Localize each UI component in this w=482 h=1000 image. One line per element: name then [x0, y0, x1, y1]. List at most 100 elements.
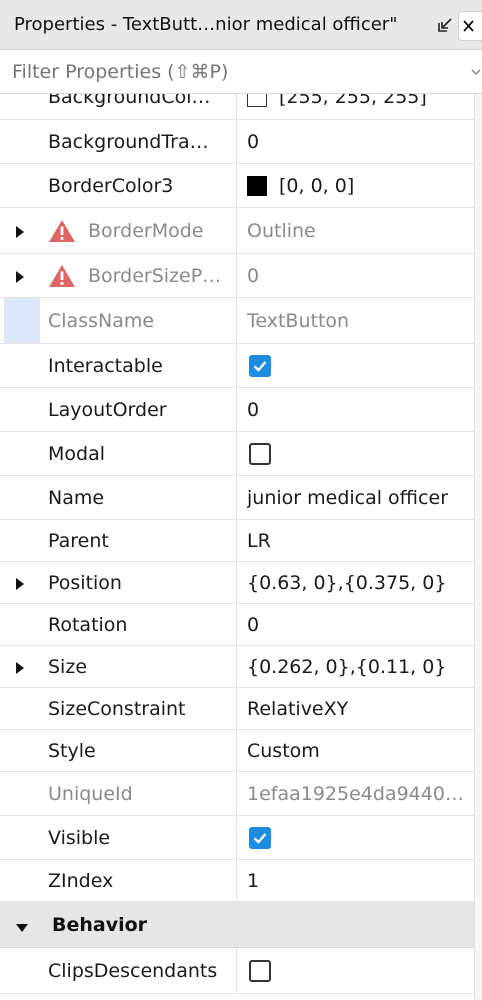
property-row-border-color3[interactable]: BorderColor3 [0, 0, 0]: [0, 164, 474, 208]
property-row-rotation[interactable]: Rotation 0: [0, 604, 474, 646]
property-value-cell[interactable]: {0.63, 0},{0.375, 0}: [237, 562, 474, 603]
property-name-cell: LayoutOrder: [0, 388, 237, 431]
checkmark-icon: [253, 360, 267, 372]
property-row-name[interactable]: Name junior medical officer: [0, 476, 474, 520]
undock-icon[interactable]: [436, 16, 454, 34]
property-value-cell[interactable]: 0: [237, 388, 474, 431]
property-row-size[interactable]: Size {0.262, 0},{0.11, 0}: [0, 646, 474, 688]
property-row-position[interactable]: Position {0.63, 0},{0.375, 0}: [0, 562, 474, 604]
expand-arrow-icon[interactable]: [14, 224, 26, 238]
property-row-class-name[interactable]: ClassName TextButton: [0, 298, 474, 344]
property-value-cell[interactable]: {0.262, 0},{0.11, 0}: [237, 646, 474, 687]
property-value-cell[interactable]: LR: [237, 520, 474, 561]
property-name-cell: BackgroundTra…: [0, 120, 237, 163]
chevron-down-icon[interactable]: [470, 62, 482, 82]
color-swatch[interactable]: [247, 94, 267, 107]
property-value-cell[interactable]: [237, 432, 474, 475]
property-value-cell[interactable]: Outline: [237, 208, 474, 253]
filter-bar: [0, 50, 482, 94]
section-header-behavior[interactable]: Behavior: [0, 902, 474, 948]
warning-icon: [48, 264, 76, 288]
scrollbar[interactable]: [474, 94, 482, 1000]
window-title: Properties - TextButt…nior medical offic…: [14, 14, 398, 35]
close-button[interactable]: [458, 11, 482, 41]
collapse-arrow-icon[interactable]: [15, 919, 29, 932]
expand-arrow-icon[interactable]: [14, 269, 26, 283]
property-value: {0.63, 0},{0.375, 0}: [247, 571, 447, 594]
property-value: 1: [247, 869, 260, 892]
property-value-cell[interactable]: [255, 255, 255]: [237, 94, 474, 119]
property-name: Modal: [48, 442, 105, 465]
property-value: [255, 255, 255]: [279, 94, 427, 108]
property-value-cell[interactable]: [237, 948, 474, 993]
property-row-modal[interactable]: Modal: [0, 432, 474, 476]
property-row-interactable[interactable]: Interactable: [0, 344, 474, 388]
property-name-cell: ClassName: [0, 298, 237, 343]
close-icon: [463, 20, 474, 32]
property-value: Custom: [247, 739, 320, 762]
property-value: {0.262, 0},{0.11, 0}: [247, 655, 447, 678]
property-name: BorderMode: [88, 219, 204, 242]
property-row-z-index[interactable]: ZIndex 1: [0, 860, 474, 902]
property-name: Interactable: [48, 354, 163, 377]
expand-arrow-icon[interactable]: [14, 576, 26, 590]
property-value-cell[interactable]: [237, 344, 474, 387]
property-value-cell[interactable]: [0, 0, 0]: [237, 164, 474, 207]
property-name: BackgroundTra…: [48, 130, 209, 153]
property-value-cell[interactable]: 1: [237, 860, 474, 901]
property-name-cell: UniqueId: [0, 772, 237, 815]
property-row-unique-id[interactable]: UniqueId 1efaa1925e4da9440…: [0, 772, 474, 816]
visible-checkbox[interactable]: [249, 826, 271, 849]
property-value: 0: [247, 398, 260, 421]
warning-icon: [48, 219, 76, 243]
property-row-border-mode[interactable]: BorderMode Outline: [0, 208, 474, 254]
property-name-cell: BorderSizeP…: [0, 254, 237, 297]
interactable-checkbox[interactable]: [249, 354, 271, 377]
property-name-cell: Size: [0, 646, 237, 687]
property-name-cell: Position: [0, 562, 237, 603]
property-name-cell: SizeConstraint: [0, 688, 237, 729]
property-name-cell: Name: [0, 476, 237, 519]
property-value-cell[interactable]: RelativeXY: [237, 688, 474, 729]
property-value-cell[interactable]: [237, 816, 474, 859]
property-value: LR: [247, 529, 271, 552]
title-bar: Properties - TextButt…nior medical offic…: [0, 0, 482, 50]
property-value-cell[interactable]: Custom: [237, 730, 474, 771]
property-name-cell: Rotation: [0, 604, 237, 645]
property-name-cell: Visible: [0, 816, 237, 859]
property-row-clips-descendants[interactable]: ClipsDescendants: [0, 948, 474, 994]
property-row-border-size-pixel[interactable]: BorderSizeP… 0: [0, 254, 474, 298]
property-name-cell: BackgroundCol…: [0, 94, 237, 119]
property-name: Size: [48, 655, 88, 678]
property-row-layout-order[interactable]: LayoutOrder 0: [0, 388, 474, 432]
property-value: 0: [247, 130, 260, 153]
property-row-style[interactable]: Style Custom: [0, 730, 474, 772]
property-value-cell[interactable]: 0: [237, 254, 474, 297]
property-value: 0: [247, 613, 260, 636]
color-swatch[interactable]: [247, 175, 267, 196]
property-name: ClassName: [48, 309, 155, 332]
property-row-background-transparency[interactable]: BackgroundTra… 0: [0, 120, 474, 164]
filter-properties-input[interactable]: [0, 50, 470, 93]
property-value-cell[interactable]: 0: [237, 120, 474, 163]
selection-marker: [4, 298, 40, 343]
property-name-cell: Parent: [0, 520, 237, 561]
property-name-cell: BorderColor3: [0, 164, 237, 207]
expand-arrow-icon[interactable]: [14, 660, 26, 674]
property-row-background-color3[interactable]: BackgroundCol… [255, 255, 255]: [0, 94, 474, 120]
property-row-parent[interactable]: Parent LR: [0, 520, 474, 562]
property-value-cell[interactable]: 0: [237, 604, 474, 645]
clips-descendants-checkbox[interactable]: [249, 959, 271, 982]
property-row-size-constraint[interactable]: SizeConstraint RelativeXY: [0, 688, 474, 730]
property-value-cell[interactable]: junior medical officer: [237, 476, 474, 519]
property-name-cell: Interactable: [0, 344, 237, 387]
section-title: Behavior: [52, 913, 148, 936]
property-name: BorderSizeP…: [88, 264, 222, 287]
property-row-visible[interactable]: Visible: [0, 816, 474, 860]
property-name-cell: Modal: [0, 432, 237, 475]
property-name: Visible: [48, 826, 111, 849]
property-name: Name: [48, 486, 105, 509]
property-value-cell: TextButton: [237, 298, 474, 343]
modal-checkbox[interactable]: [249, 442, 271, 465]
property-name: BackgroundCol…: [48, 94, 211, 108]
